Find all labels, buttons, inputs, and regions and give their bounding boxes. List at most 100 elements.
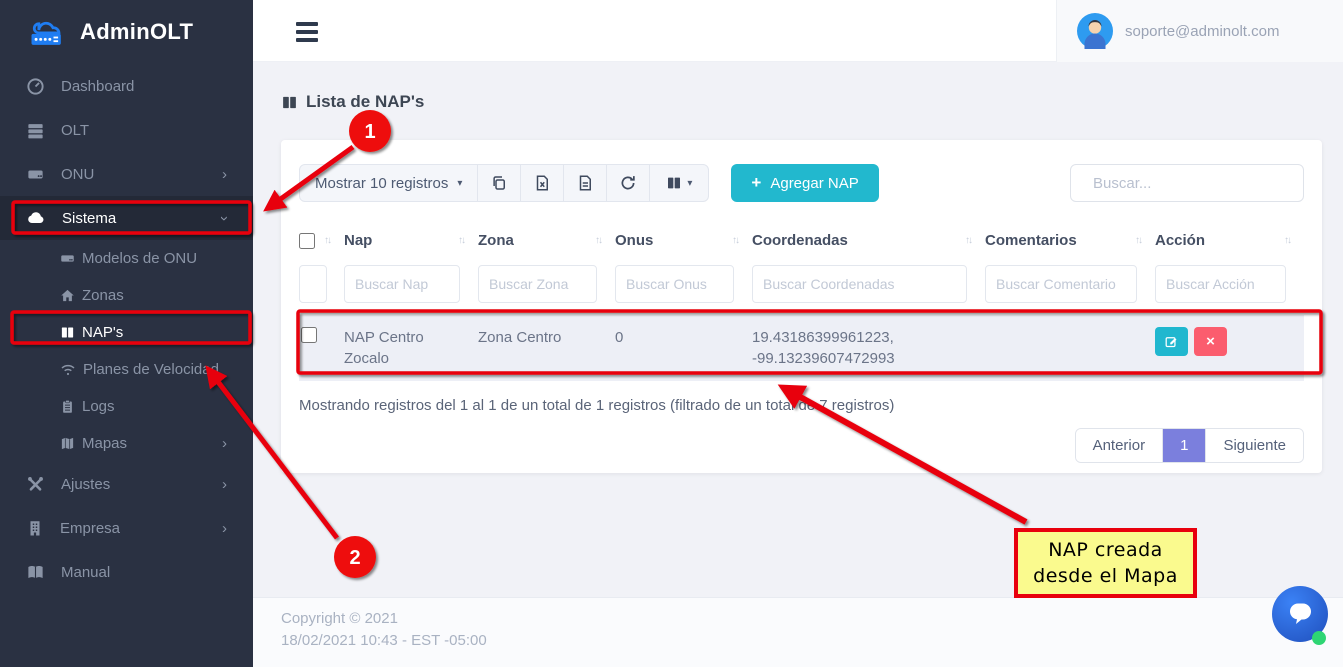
datetime-text: 18/02/2021 10:43 - EST -05:00	[281, 630, 1343, 652]
caret-down-icon: ▾	[457, 178, 462, 189]
export-file-button[interactable]	[564, 165, 607, 201]
edit-row-button[interactable]	[1155, 327, 1188, 356]
select-all-checkbox[interactable]	[299, 233, 315, 249]
filter-coordenadas-input[interactable]	[752, 265, 967, 303]
table-tools-group: Mostrar 10 registros ▾ ▾	[299, 164, 709, 202]
sort-icon[interactable]: ↑↓	[324, 235, 330, 246]
home-icon	[60, 288, 75, 303]
sidebar-item-label: Logs	[82, 398, 115, 415]
sidebar-item-empresa[interactable]: Empresa ›	[0, 506, 253, 550]
show-entries-dropdown[interactable]: Mostrar 10 registros ▾	[300, 165, 478, 201]
brand-logo[interactable]: AdminOLT	[0, 0, 253, 64]
delete-icon: ×	[1206, 333, 1215, 350]
online-status-dot	[1312, 631, 1326, 645]
sort-icon[interactable]: ↑↓	[595, 235, 601, 246]
sidebar-item-olt[interactable]: OLT	[0, 108, 253, 152]
sort-icon[interactable]: ↑↓	[458, 235, 464, 246]
sidebar-item-modelos-de-onu[interactable]: Modelos de ONU	[0, 240, 253, 277]
file-text-icon	[576, 174, 594, 192]
naps-table-card: Mostrar 10 registros ▾ ▾	[281, 140, 1322, 473]
cell-coordenadas: 19.43186399961223, -99.13239607472993	[752, 315, 985, 381]
chat-widget-button[interactable]	[1272, 586, 1328, 642]
refresh-icon	[619, 174, 637, 192]
column-visibility-button[interactable]: ▾	[650, 165, 708, 201]
main-content: Lista de NAP's Mostrar 10 registros ▾	[253, 62, 1343, 667]
filter-checkbox-column[interactable]	[299, 265, 327, 303]
table-info: Mostrando registros del 1 al 1 de un tot…	[299, 397, 1304, 414]
page-title: Lista de NAP's	[281, 92, 424, 112]
sidebar-item-onu[interactable]: ONU ›	[0, 152, 253, 196]
chevron-down-icon: ›	[216, 216, 233, 221]
sidebar-item-label: Modelos de ONU	[82, 250, 197, 267]
columns-icon	[60, 325, 75, 340]
wifi-icon	[60, 362, 76, 378]
copy-button[interactable]	[478, 165, 521, 201]
columns-icon	[281, 94, 298, 111]
row-checkbox[interactable]	[301, 327, 317, 343]
search-input[interactable]	[1093, 175, 1292, 192]
sort-icon[interactable]: ↑↓	[965, 235, 971, 246]
naps-table: ↑↓ Nap ↑↓ Zona ↑↓ Onus ↑↓ Coordenadas ↑↓ Com…	[299, 224, 1304, 381]
chevron-right-icon: ›	[222, 166, 227, 183]
table-filter-row	[299, 259, 1304, 315]
sidebar-item-sistema[interactable]: Sistema ›	[0, 196, 253, 240]
filter-nap-input[interactable]	[344, 265, 460, 303]
add-nap-button[interactable]: + Agregar NAP	[731, 164, 878, 202]
sidebar-item-label: Planes de Velocidad	[83, 361, 219, 378]
pagination-prev-button[interactable]: Anterior	[1076, 429, 1163, 462]
tools-icon	[26, 475, 45, 494]
chevron-right-icon: ›	[222, 476, 227, 493]
sidebar-item-logs[interactable]: Logs	[0, 388, 253, 425]
refresh-button[interactable]	[607, 165, 650, 201]
filter-accion-input[interactable]	[1155, 265, 1286, 303]
column-header-accion[interactable]: Acción	[1155, 232, 1205, 249]
sidebar-item-label: Zonas	[82, 287, 124, 304]
file-excel-icon	[533, 174, 551, 192]
sidebar-item-planes-de-velocidad[interactable]: Planes de Velocidad	[0, 351, 253, 388]
sidebar-item-label: Manual	[61, 564, 110, 581]
filter-onus-input[interactable]	[615, 265, 734, 303]
table-toolbar: Mostrar 10 registros ▾ ▾	[299, 164, 1304, 202]
pagination-page-1[interactable]: 1	[1162, 429, 1206, 462]
sidebar-item-label: Dashboard	[61, 78, 134, 95]
sidebar-item-dashboard[interactable]: Dashboard	[0, 64, 253, 108]
sidebar-item-label: Empresa	[60, 520, 120, 537]
global-search	[1070, 164, 1304, 202]
sidebar-item-label: NAP's	[82, 324, 123, 341]
column-header-nap[interactable]: Nap	[344, 232, 372, 249]
caret-down-icon: ▾	[687, 178, 692, 189]
topbar: soporte@adminolt.com	[253, 0, 1343, 62]
table-row: NAP Centro Zocalo Zona Centro 0 19.43186…	[299, 315, 1304, 381]
sidebar: AdminOLT Dashboard OLT ONU › Sistema › M…	[0, 0, 253, 667]
sidebar-item-label: ONU	[61, 166, 94, 183]
book-icon	[26, 563, 45, 582]
sidebar-item-naps[interactable]: NAP's	[0, 314, 253, 351]
sidebar-item-zonas[interactable]: Zonas	[0, 277, 253, 314]
sidebar-item-mapas[interactable]: Mapas ›	[0, 425, 253, 462]
cloud-router-logo-icon	[26, 15, 70, 49]
filter-zona-input[interactable]	[478, 265, 597, 303]
sort-icon[interactable]: ↑↓	[732, 235, 738, 246]
table-header-row: ↑↓ Nap ↑↓ Zona ↑↓ Onus ↑↓ Coordenadas ↑↓ Com…	[299, 224, 1304, 259]
cloud-icon	[26, 208, 46, 228]
sidebar-item-ajustes[interactable]: Ajustes ›	[0, 462, 253, 506]
delete-row-button[interactable]: ×	[1194, 327, 1227, 356]
column-header-comentarios[interactable]: Comentarios	[985, 232, 1077, 249]
column-header-coordenadas[interactable]: Coordenadas	[752, 232, 848, 249]
chevron-right-icon: ›	[222, 520, 227, 537]
export-excel-button[interactable]	[521, 165, 564, 201]
sidebar-item-manual[interactable]: Manual	[0, 550, 253, 594]
user-menu[interactable]: soporte@adminolt.com	[1056, 0, 1343, 62]
filter-comentario-input[interactable]	[985, 265, 1137, 303]
column-header-onus[interactable]: Onus	[615, 232, 653, 249]
clipboard-icon	[60, 399, 75, 414]
pagination-next-button[interactable]: Siguiente	[1206, 429, 1303, 462]
sort-icon[interactable]: ↑↓	[1284, 235, 1290, 246]
plus-icon: +	[751, 173, 761, 193]
sidebar-item-label: Sistema	[62, 210, 116, 227]
menu-toggle-icon[interactable]	[296, 22, 318, 46]
column-header-zona[interactable]: Zona	[478, 232, 514, 249]
sidebar-item-label: Mapas	[82, 435, 127, 452]
pagination: Anterior 1 Siguiente	[299, 428, 1304, 463]
sort-icon[interactable]: ↑↓	[1135, 235, 1141, 246]
